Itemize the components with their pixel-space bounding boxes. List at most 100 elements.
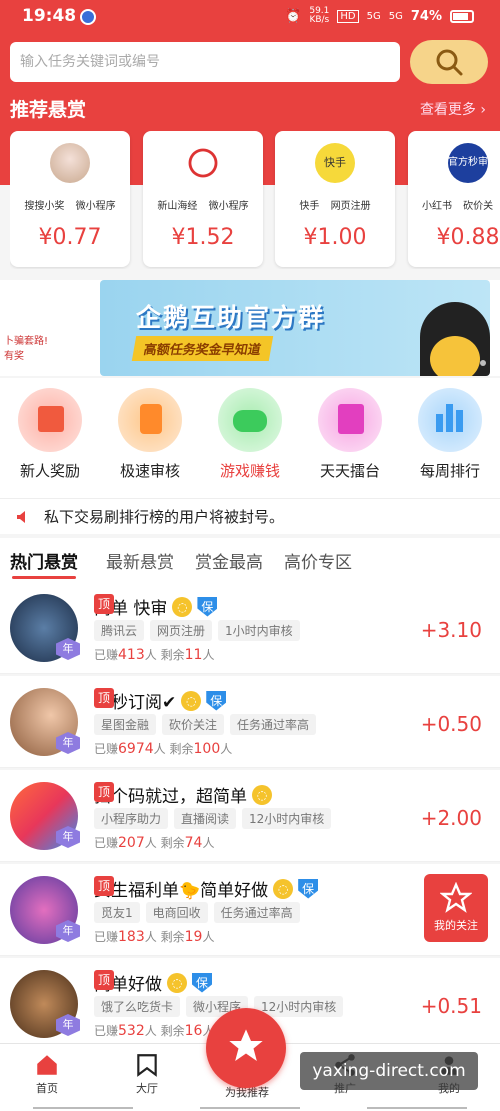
quick-newbie-reward[interactable]: 新人奖励 xyxy=(0,388,100,481)
gift-icon xyxy=(18,388,82,452)
card-price: ¥0.88 xyxy=(436,225,500,250)
time-badge-icon: ◌ xyxy=(252,784,272,805)
item-reward: +0.50 xyxy=(420,712,482,736)
item-tag: 直播阅读 xyxy=(174,808,237,829)
list-item[interactable]: 年 一秒订阅✔ 顶 ◌ 保 星图金融 砍价关注 任务通过率高 已赚6974人 剩余100人… xyxy=(0,676,500,768)
card-tags: 快手 网页注册 xyxy=(299,201,371,212)
document-icon xyxy=(118,388,182,452)
item-tag: 小程序助力 xyxy=(94,808,169,829)
recommend-cards: 搜搜小奖 微小程序 ¥0.77 新山海经 微小程序 ¥1.52 快手 快手 网页… xyxy=(10,131,500,269)
see-more-link[interactable]: 查看更多 › xyxy=(420,99,486,119)
nav-hall[interactable]: 大厅 xyxy=(112,1052,182,1096)
quick-weekly-rank[interactable]: 每周排行 xyxy=(400,388,500,481)
time-badge-icon: ◌ xyxy=(167,972,187,993)
tab-underline xyxy=(12,576,76,579)
tab-highest[interactable]: 赏金最高 xyxy=(195,548,263,573)
guarantee-badge: 保 xyxy=(197,596,218,617)
item-tag: 星图金融 xyxy=(94,714,157,735)
banner-title: 企鹅互助官方群 xyxy=(136,303,326,332)
tab-latest[interactable]: 最新悬赏 xyxy=(106,548,174,573)
tab-hot[interactable]: 热门悬赏 xyxy=(10,548,78,573)
recommend-card[interactable]: 新山海经 微小程序 ¥1.52 xyxy=(143,131,263,267)
recommend-title: 推荐悬赏 xyxy=(10,99,87,121)
card-tags: 搜搜小奖 微小程序 xyxy=(24,201,116,212)
search-input[interactable]: 输入任务关键词或编号 xyxy=(10,42,400,82)
recommend-card[interactable]: 搜搜小奖 微小程序 ¥0.77 xyxy=(10,131,130,267)
list-item[interactable]: 年 扫个码就过，超简单顶 ◌ 小程序助力 直播阅读 12小时内审核 已赚207人 剩余… xyxy=(0,770,500,862)
item-title: 扫个码就过，超简单 xyxy=(94,787,247,807)
hd-icon: HD xyxy=(337,9,359,23)
signal-icon-2: 5G xyxy=(388,10,403,22)
card-price: ¥1.00 xyxy=(303,225,367,250)
guarantee-badge: 保 xyxy=(206,690,227,711)
item-title: 女生福利单🐤简单好做 xyxy=(94,881,269,901)
item-stats: 已赚183人 剩余19人 xyxy=(94,929,215,945)
item-tag: 1小时内审核 xyxy=(218,620,300,641)
network-speed: 59.1 KB/s xyxy=(309,6,330,25)
card-tags: 小红书 砍价关 xyxy=(422,201,494,212)
card-price: ¥0.77 xyxy=(38,225,102,250)
quick-entries: 新人奖励 极速审核 游戏赚钱 天天擂台 每周排行 xyxy=(0,378,500,498)
my-follow-button[interactable]: 我的关注 xyxy=(424,874,488,942)
notice-bar: 私下交易刷排行榜的用户将被封号。 xyxy=(0,498,500,534)
gesture-bar xyxy=(0,1107,500,1111)
clock: 19:48 xyxy=(22,6,77,26)
time-badge-icon: ◌ xyxy=(181,690,202,711)
top-badge: 顶 xyxy=(94,782,114,802)
tab-premium[interactable]: 高价专区 xyxy=(284,548,352,573)
bar-chart-icon xyxy=(418,388,482,452)
item-reward: +2.00 xyxy=(420,806,482,830)
battery-icon xyxy=(450,9,474,23)
task-logo: 快手 xyxy=(315,143,355,183)
item-stats: 已赚532人 剩余16人 xyxy=(94,1023,214,1039)
item-reward: +0.51 xyxy=(420,994,482,1018)
item-tag: 任务通过率高 xyxy=(213,902,300,923)
quick-game-earn[interactable]: 游戏赚钱 xyxy=(200,388,300,481)
watermark: yaxing-direct.com xyxy=(300,1052,478,1090)
item-stats: 已赚207人 剩余74人 xyxy=(94,835,215,851)
star-icon xyxy=(439,881,473,913)
list-item[interactable]: 年 简单 快审顶 ◌ 保 腾讯云 网页注册 1小时内审核 已赚413人 剩余11人 +3… xyxy=(0,582,500,674)
recommend-for-me-button[interactable] xyxy=(206,1008,286,1088)
recommend-card[interactable]: 官方秒审 小红书 砍价关 ¥0.88 xyxy=(408,131,500,267)
recommend-card[interactable]: 快手 快手 网页注册 ¥1.00 xyxy=(275,131,395,267)
flag-icon xyxy=(318,388,382,452)
banner-image[interactable]: 企鹅互助官方群 高额任务奖金早知道 xyxy=(100,280,490,376)
item-tag: 砍价关注 xyxy=(162,714,225,735)
home-icon xyxy=(37,1055,57,1075)
guarantee-badge: 保 xyxy=(298,878,319,899)
item-tag: 网页注册 xyxy=(150,620,213,641)
item-reward: +3.10 xyxy=(420,618,482,642)
top-badge: 顶 xyxy=(94,970,114,990)
item-tag: 腾讯云 xyxy=(94,620,145,641)
time-badge-icon: ◌ xyxy=(273,878,294,899)
item-tag: 任务通过率高 xyxy=(230,714,317,735)
search-button[interactable] xyxy=(410,40,488,84)
top-badge: 顶 xyxy=(94,876,114,896)
item-tag: 电商回收 xyxy=(145,902,208,923)
search-icon xyxy=(436,49,463,76)
item-stats: 已赚413人 剩余11人 xyxy=(94,647,215,663)
speaker-icon xyxy=(17,511,25,523)
task-logo: 官方秒审 xyxy=(448,143,488,183)
banner-subtitle: 高额任务奖金早知道 xyxy=(131,336,274,361)
top-badge: 顶 xyxy=(94,688,114,708)
app-notification-icon xyxy=(80,9,96,25)
status-bar: 19:48 ⏰ 59.1 KB/s HD 5G 5G 74% xyxy=(0,0,500,34)
promo-banner[interactable]: 卜骗套路! 有奖 企鹅互助官方群 高额任务奖金早知道 xyxy=(0,280,500,376)
task-logo xyxy=(183,143,223,183)
card-tags: 新山海经 微小程序 xyxy=(157,201,249,212)
star-icon xyxy=(229,1029,263,1061)
task-tabs: 热门悬赏 最新悬赏 赏金最高 高价专区 xyxy=(0,538,500,582)
time-badge-icon: ◌ xyxy=(172,596,193,617)
guarantee-badge: 保 xyxy=(192,972,212,993)
item-tag: 觅友1 xyxy=(94,902,140,923)
quick-daily-arena[interactable]: 天天擂台 xyxy=(300,388,400,481)
item-stats: 已赚6974人 剩余100人 xyxy=(94,741,233,757)
quick-fast-review[interactable]: 极速审核 xyxy=(100,388,200,481)
hall-icon xyxy=(137,1054,157,1077)
nav-home[interactable]: 首页 xyxy=(12,1052,82,1096)
gamepad-icon xyxy=(218,388,282,452)
top-badge: 顶 xyxy=(94,594,114,614)
task-logo xyxy=(50,143,90,183)
